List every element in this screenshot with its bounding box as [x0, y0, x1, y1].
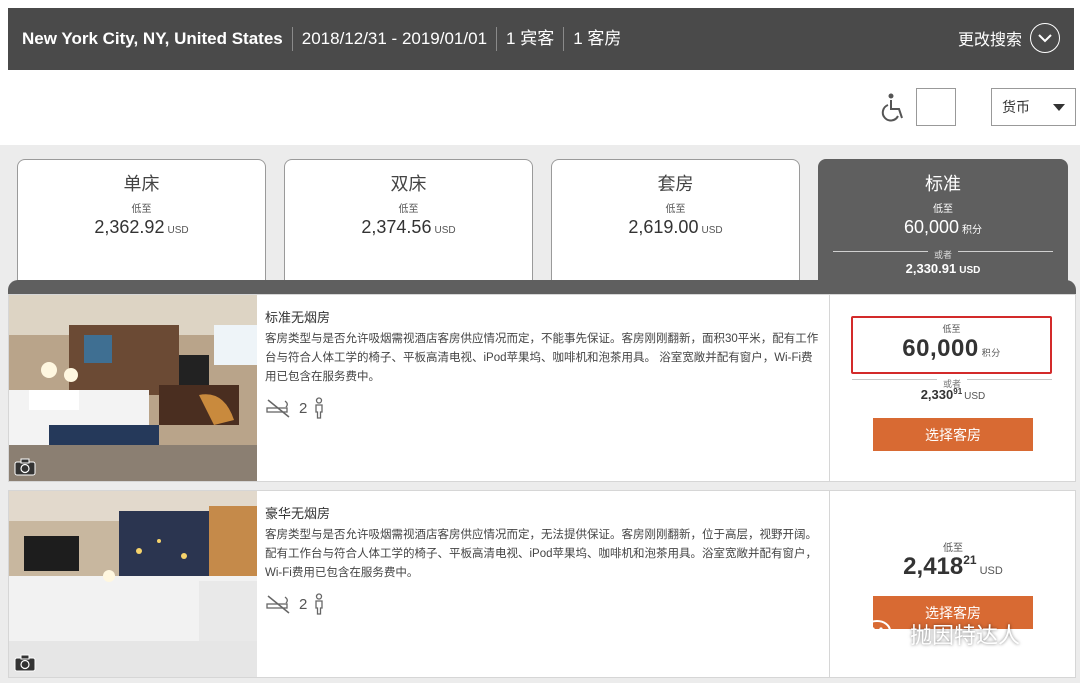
- search-location: New York City, NY, United States: [22, 29, 283, 48]
- search-guests: 1 宾客: [506, 29, 555, 48]
- currency-select[interactable]: 货币: [991, 88, 1076, 126]
- room-card-standard: 标准无烟房 客房类型与是否允许吸烟需视酒店客房供应情况而定，不能事先保证。客房刚…: [8, 294, 1076, 482]
- search-dates: 2018/12/31 - 2019/01/01: [301, 29, 488, 48]
- from-label: 低至: [942, 324, 961, 334]
- room-description: 客房类型与是否允许吸烟需视酒店客房供应情况而定，不能事先保证。客房刚刚翻新，面积…: [265, 333, 819, 383]
- no-smoking-icon: [266, 595, 290, 614]
- caret-down-icon: [1053, 103, 1065, 111]
- tab-standard[interactable]: 标准 低至 60,000 积分 或者 2,330.91 USD: [818, 159, 1068, 283]
- currency-label: 货币: [1002, 99, 1030, 115]
- or-divider: 或者: [852, 374, 1052, 389]
- tab-title: 套房: [657, 174, 694, 194]
- tab-price: 2,374.56 USD: [361, 217, 456, 237]
- accessible-rooms-checkbox[interactable]: [916, 88, 956, 126]
- camera-icon[interactable]: [14, 458, 36, 476]
- camera-icon[interactable]: [14, 654, 36, 672]
- occupancy-count: 2: [299, 399, 308, 417]
- or-divider: 或者: [833, 245, 1053, 260]
- from-label: 低至: [943, 543, 963, 554]
- tab-from-label: 低至: [665, 204, 686, 215]
- tab-cash-price: 2,330.91 USD: [905, 261, 981, 276]
- search-summary-bar: New York City, NY, United States 2018/12…: [8, 8, 1074, 70]
- tab-title: 单床: [123, 174, 160, 194]
- tab-from-label: 低至: [131, 204, 152, 215]
- modify-search-button[interactable]: 更改搜索: [958, 23, 1060, 53]
- wechat-icon: [863, 620, 901, 647]
- room-description: 客房类型与是否允许吸烟需视酒店客房供应情况而定，无法提供保证。客房刚刚翻新，位于…: [265, 529, 818, 579]
- room-info: 豪华无烟房 客房类型与是否允许吸烟需视酒店客房供应情况而定，无法提供保证。客房刚…: [265, 503, 820, 615]
- tab-from-label: 低至: [398, 204, 419, 215]
- person-icon: [315, 593, 323, 615]
- search-rooms: 1 客房: [573, 29, 622, 48]
- tab-single-bed[interactable]: 单床 低至 2,362.92 USD: [17, 159, 266, 281]
- wheelchair-icon: [881, 93, 903, 122]
- room-info: 标准无烟房 客房类型与是否允许吸烟需视酒店客房供应情况而定，不能事先保证。客房刚…: [265, 307, 820, 419]
- no-smoking-icon: [266, 399, 290, 418]
- room-amenity-icons: 2: [265, 397, 820, 419]
- tab-suite[interactable]: 套房 低至 2,619.00 USD: [551, 159, 800, 281]
- tab-price: 2,362.92 USD: [94, 217, 189, 237]
- room-name: 标准无烟房: [265, 310, 331, 325]
- room-photo-image: [9, 491, 257, 677]
- room-photo[interactable]: [9, 295, 257, 481]
- room-photo-image: [9, 295, 257, 481]
- price-column: 低至 60,000 积分 或者 2,33091 USD 选择客房: [829, 295, 1075, 481]
- tab-title: 标准: [925, 174, 961, 194]
- tab-price: 60,000 积分: [903, 217, 983, 237]
- cash-price: 2,33091 USD: [920, 387, 986, 402]
- watermark: 抛因特达人: [862, 618, 1020, 650]
- tab-title: 双床: [390, 174, 427, 194]
- person-icon: [315, 397, 323, 419]
- cash-price: 2,41821USD: [903, 553, 1003, 580]
- select-room-button[interactable]: 选择客房: [873, 418, 1033, 451]
- tab-double-bed[interactable]: 双床 低至 2,374.56 USD: [284, 159, 533, 281]
- modify-search-label: 更改搜索: [957, 32, 1022, 49]
- tab-underline-bar: [8, 280, 1076, 294]
- chevron-down-icon[interactable]: [1030, 23, 1060, 53]
- room-name: 豪华无烟房: [265, 506, 331, 521]
- tab-price: 2,619.00 USD: [628, 217, 723, 237]
- room-amenity-icons: 2: [265, 593, 820, 615]
- room-photo[interactable]: [9, 491, 257, 677]
- points-price: 60,000 积分: [902, 335, 1001, 362]
- points-price-highlight: 低至 60,000 积分: [851, 316, 1052, 374]
- watermark-text: 抛因特达人: [910, 623, 1021, 648]
- tab-from-label: 低至: [933, 204, 953, 215]
- occupancy-count: 2: [299, 595, 308, 613]
